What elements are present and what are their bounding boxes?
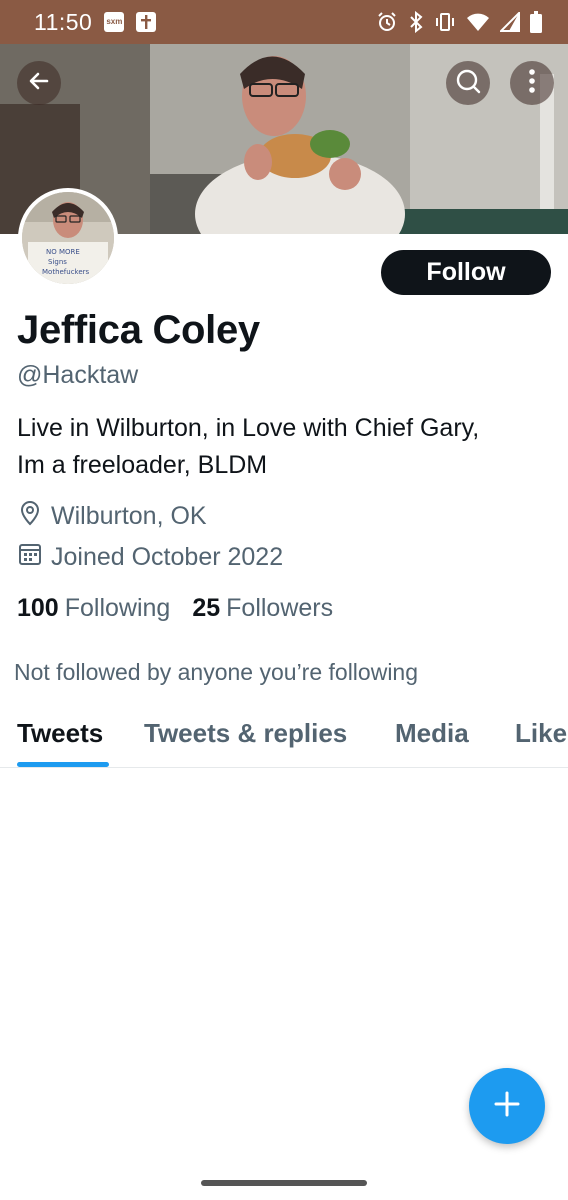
location-pin-icon [18,500,42,533]
bluetooth-icon [408,11,424,33]
following-count: 100 [17,594,59,622]
profile-handle: @Hacktaw [17,361,139,389]
search-button[interactable] [446,61,490,105]
status-left: 11:50 sxm [34,8,157,36]
followers-label: Followers [226,594,334,622]
tab-tweets[interactable]: Tweets [17,718,103,749]
location-row: Wilburton, OK [18,500,207,533]
compose-tweet-button[interactable] [469,1068,545,1144]
followers-link[interactable]: 25 Followers [192,594,333,623]
more-vertical-icon [528,68,536,99]
profile-tabs: Tweets Tweets & replies Media Likes [0,700,568,768]
bio-line-2: Im a freeloader, BLDM [17,451,268,479]
home-indicator[interactable] [201,1180,367,1186]
sxm-notification-icon: sxm [104,12,125,32]
calendar-icon [18,542,42,573]
bio-line-1: Live in Wilburton, in Love with Chief Ga… [17,414,480,442]
back-button[interactable] [17,61,61,105]
search-icon [454,67,482,100]
wifi-icon [466,12,490,32]
status-right [376,11,542,33]
plus-icon [493,1090,521,1123]
svg-text:NO MORE: NO MORE [46,248,80,256]
following-link[interactable]: 100 Following [17,594,170,623]
signal-icon [500,12,520,32]
more-options-button[interactable] [510,61,554,105]
status-bar: 11:50 sxm [0,0,568,44]
tab-media[interactable]: Media [395,718,469,749]
not-followed-notice: Not followed by anyone you’re following [14,659,419,685]
vibrate-icon [434,12,456,32]
joined-text: Joined October 2022 [51,543,284,571]
followers-count: 25 [192,594,221,622]
tab-tweets-replies[interactable]: Tweets & replies [144,718,347,749]
profile-name: Jeffica Coley [17,308,260,352]
battery-icon [530,11,542,33]
bible-notification-icon [136,12,157,32]
location-text: Wilburton, OK [51,502,207,530]
following-label: Following [64,594,171,622]
joined-row: Joined October 2022 [18,542,283,573]
follow-counts: 100 Following 25 Followers [17,594,333,623]
arrow-left-icon [27,69,51,98]
avatar[interactable]: NO MORE Signs Mothefuckers [18,188,118,288]
active-tab-indicator [17,762,109,767]
tab-likes[interactable]: Likes [515,718,568,749]
alarm-icon [376,11,398,33]
follow-button[interactable]: Follow [381,250,551,295]
svg-text:Mothefuckers: Mothefuckers [42,268,90,276]
profile-bio: Live in Wilburton, in Love with Chief Ga… [17,410,557,484]
status-time: 11:50 [34,8,93,35]
svg-text:Signs: Signs [48,258,67,266]
